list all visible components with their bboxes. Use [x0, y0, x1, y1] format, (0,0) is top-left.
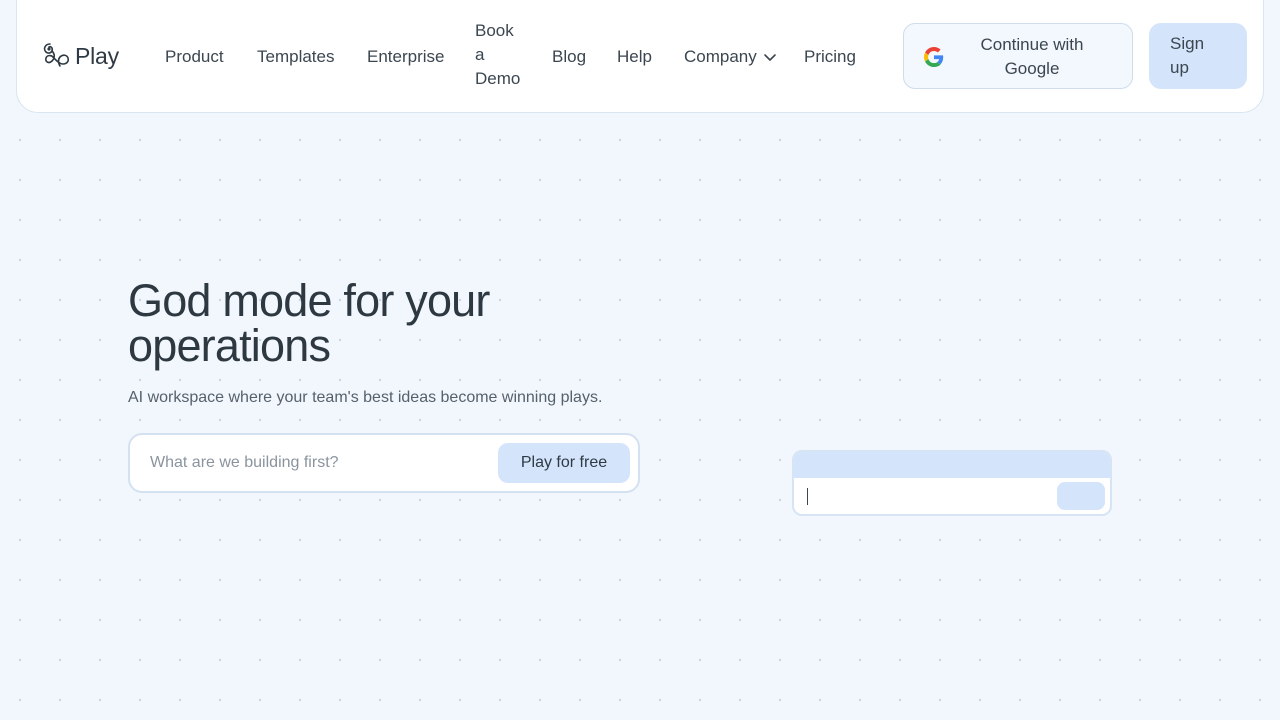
sign-up-button[interactable]: Sign up: [1149, 23, 1247, 89]
nav-company-dropdown[interactable]: Company: [684, 45, 777, 69]
nav-blog[interactable]: Blog: [552, 45, 586, 69]
continue-with-google-button[interactable]: Continue with Google: [903, 23, 1133, 89]
text-caret: [807, 488, 808, 505]
google-icon: [924, 47, 944, 67]
chevron-down-icon: [763, 54, 776, 61]
preview-chat-card: [792, 450, 1112, 516]
nav-enterprise[interactable]: Enterprise: [367, 45, 444, 69]
play-for-free-button[interactable]: Play for free: [498, 443, 630, 483]
sign-up-label: Sign up: [1170, 34, 1205, 77]
nav-pricing[interactable]: Pricing: [804, 45, 856, 69]
prompt-input[interactable]: [150, 451, 490, 475]
preview-send-button[interactable]: [1057, 482, 1105, 510]
nav-company-label: Company: [684, 47, 757, 66]
hero-title: God mode for your operations: [128, 275, 490, 371]
nav-book-demo[interactable]: Book a Demo: [475, 19, 525, 91]
logo-text: Play: [75, 42, 119, 69]
nav-product[interactable]: Product: [165, 45, 224, 69]
google-button-label: Continue with Google: [980, 35, 1084, 78]
preview-card-header: [794, 452, 1110, 478]
nav-help[interactable]: Help: [617, 45, 652, 69]
preview-input[interactable]: [804, 482, 1044, 510]
prompt-box: Play for free: [128, 433, 640, 493]
play-logo-icon: [43, 43, 70, 67]
nav-templates[interactable]: Templates: [257, 45, 334, 69]
play-logo[interactable]: Play: [41, 40, 119, 72]
top-navbar: Play Product Templates Enterprise Book a…: [16, 0, 1264, 113]
hero-subtitle: AI workspace where your team's best idea…: [128, 389, 603, 406]
